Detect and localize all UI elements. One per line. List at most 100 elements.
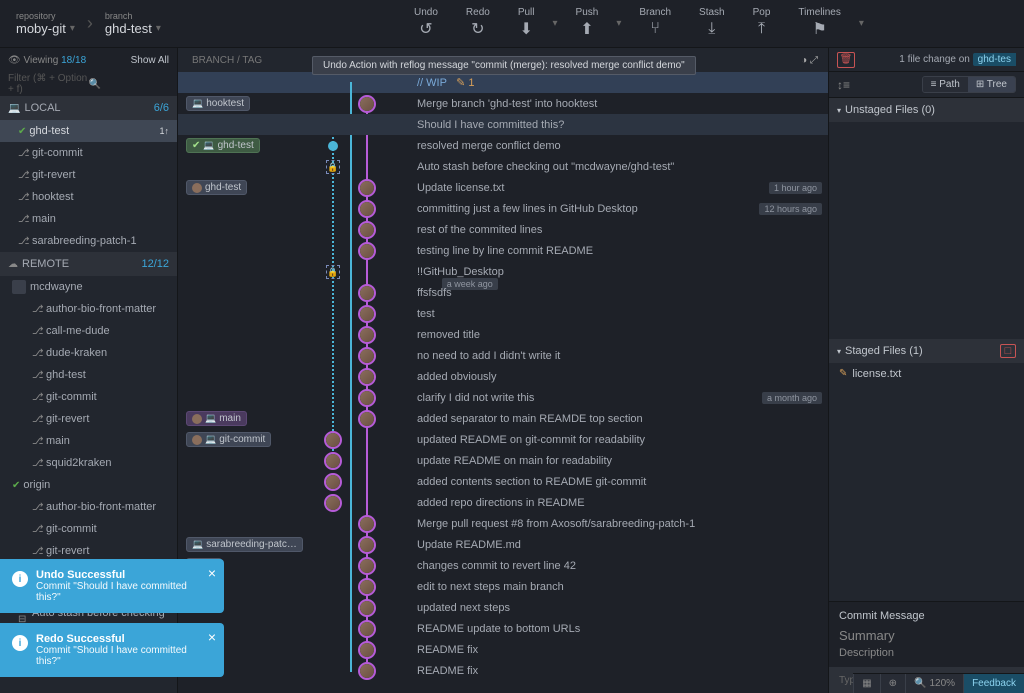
filter-input[interactable]: Filter (⌘ + Option + f)🔍 [0,72,177,96]
commit-row[interactable]: Auto stash before checking out "mcdwayne… [178,156,828,177]
commit-row[interactable]: clarify I did not write thisa month ago [178,387,828,408]
discard-button[interactable]: 🗑 [837,52,855,68]
remote-section-header[interactable]: ☁REMOTE 12/12 [0,252,177,276]
sidebar-branch-git-revert[interactable]: ⎇git-revert [0,164,177,186]
commit-row[interactable]: 💻hooktestMerge branch 'ghd-test' into ho… [178,93,828,114]
close-icon[interactable]: × [208,629,216,645]
branch-button[interactable]: Branch⑂ [625,7,685,40]
ref-tag[interactable]: 💻hooktest [186,96,250,111]
sort-icon[interactable]: ↕≡ [837,78,850,92]
sidebar-branch-hooktest[interactable]: ⎇hooktest [0,186,177,208]
commit-row[interactable]: test [178,303,828,324]
staged-file[interactable]: ✎license.txt [829,363,1024,385]
remote-branch-call-me-dude[interactable]: ⎇call-me-dude [0,320,177,342]
remote-branch-dude-kraken[interactable]: ⎇dude-kraken [0,342,177,364]
commit-row[interactable]: README fix [178,660,828,681]
commit-row[interactable]: committing just a few lines in GitHub De… [178,198,828,219]
remote-branch-main[interactable]: ⎇main [0,430,177,452]
commit-row[interactable]: README update to bottom URLs [178,618,828,639]
wip-row[interactable]: // WIP ✎ 1 [178,72,828,93]
timelines-button[interactable]: Timelines⚑ [784,7,854,40]
commit-row[interactable]: 💻changes commit to revert line 42 [178,555,828,576]
pull-button[interactable]: Pull⬇ [504,7,549,40]
staged-header[interactable]: ▾Staged Files (1) □ [829,339,1024,363]
commit-row[interactable]: removed title [178,324,828,345]
ref-tag[interactable]: ghd-test [186,180,247,195]
sidebar-branch-ghd-test[interactable]: ✔ghd-test1↑ [0,120,177,142]
ref-tag[interactable]: 💻main [186,411,247,426]
undo-button[interactable]: Undo↺ [400,7,452,40]
layout-icon[interactable]: ▦ [853,674,879,693]
sidebar-branch-sarabreeding-patch-1[interactable]: ⎇sarabreeding-patch-1 [0,230,177,252]
globe-icon[interactable]: ⊕ [880,674,905,693]
commit-message: rest of the commited lines [417,224,542,236]
remote-branch-git-commit[interactable]: ⎇git-commit [0,386,177,408]
redo-button[interactable]: Redo↻ [452,7,504,40]
commit-row[interactable]: no need to add I didn't write it [178,345,828,366]
remote-branch-author-bio-front-matter[interactable]: ⎇author-bio-front-matter [0,298,177,320]
commit-row[interactable]: !!GitHub_Desktopa week ago [178,261,828,282]
local-section-header[interactable]: 💻LOCAL 6/6 [0,96,177,120]
repo-selector[interactable]: moby-git ▾ [16,21,75,36]
sidebar-branch-git-commit[interactable]: ⎇git-commit [0,142,177,164]
commit-row[interactable]: added obviously [178,366,828,387]
pull-icon: ⬇ [519,18,532,40]
commit-row[interactable]: update README on main for readability [178,450,828,471]
remote-mcdwayne[interactable]: mcdwayne [0,276,177,298]
pop-button[interactable]: Pop⤒ [739,7,785,40]
commit-message: Merge pull request #8 from Axosoft/sarab… [417,518,695,530]
show-all-button[interactable]: Show All [131,55,169,66]
remote-origin[interactable]: ✔origin [0,474,177,496]
toast-notification: iUndo SuccessfulCommit "Should I have co… [0,559,224,613]
commit-column-icon[interactable]: ◑ ⤢ [801,55,818,66]
commit-row[interactable]: updated next steps [178,597,828,618]
sidebar-branch-main[interactable]: ⎇main [0,208,177,230]
commit-row[interactable]: Should I have committed this? [178,114,828,135]
undo-tooltip: Undo Action with reflog message "commit … [312,56,696,75]
commit-row[interactable]: testing line by line commit README [178,240,828,261]
unstaged-header[interactable]: ▾Unstaged Files (0) [829,98,1024,122]
remote-branch-git-commit[interactable]: ⎇git-commit [0,518,177,540]
commit-row[interactable]: ghd-testUpdate license.txt1 hour ago [178,177,828,198]
commit-message: README fix [417,665,478,677]
commit-message: no need to add I didn't write it [417,350,560,362]
commit-row[interactable]: rest of the commited lines [178,219,828,240]
info-icon: i [12,635,28,651]
commit-message: resolved merge conflict demo [417,140,561,152]
commit-row[interactable]: edit to next steps main branch [178,576,828,597]
commit-row[interactable]: Merge pull request #8 from Axosoft/sarab… [178,513,828,534]
zoom-level[interactable]: 🔍 120% [905,674,963,693]
close-icon[interactable]: × [208,565,216,581]
push-button[interactable]: Push⬆ [562,7,613,40]
commit-row[interactable]: 💻sarabreeding-patc…Update README.md [178,534,828,555]
remote-branch-author-bio-front-matter[interactable]: ⎇author-bio-front-matter [0,496,177,518]
commit-row[interactable]: 💻mainadded separator to main REAMDE top … [178,408,828,429]
branch-chip[interactable]: ghd-tes [973,53,1016,66]
commit-row[interactable]: added repo directions in README [178,492,828,513]
time-label: 12 hours ago [759,203,822,215]
commit-message: committing just a few lines in GitHub De… [417,203,638,215]
commit-summary-input[interactable]: Summary [839,628,1014,643]
commit-description-input[interactable]: Description [839,647,1014,659]
flag-icon: ⚑ [812,18,826,40]
ref-tag[interactable]: 💻git-commit [186,432,271,447]
branch-label: branch [105,11,161,21]
remote-branch-ghd-test[interactable]: ⎇ghd-test [0,364,177,386]
remote-branch-git-revert[interactable]: ⎇git-revert [0,408,177,430]
branch-selector[interactable]: ghd-test ▾ [105,21,161,36]
path-tab[interactable]: ≡ Path [923,77,968,92]
feedback-button[interactable]: Feedback [963,674,1024,693]
commit-row[interactable]: added contents section to README git-com… [178,471,828,492]
cloud-icon: ☁ [8,259,18,270]
file-change-label: 1 file change on [899,54,970,65]
commit-row[interactable]: 💻git-commitupdated README on git-commit … [178,429,828,450]
unstage-all-button[interactable]: □ [1000,344,1016,358]
commit-row[interactable]: README fix [178,639,828,660]
tree-tab[interactable]: ⊞ Tree [968,77,1015,92]
commit-message: added obviously [417,371,497,383]
ref-tag[interactable]: ✔💻ghd-test [186,138,260,153]
commit-row[interactable]: ffsfsdfs [178,282,828,303]
remote-branch-squid2kraken[interactable]: ⎇squid2kraken [0,452,177,474]
commit-row[interactable]: ✔💻ghd-test resolved merge conflict demo [178,135,828,156]
stash-button[interactable]: Stash⤓ [685,7,739,40]
